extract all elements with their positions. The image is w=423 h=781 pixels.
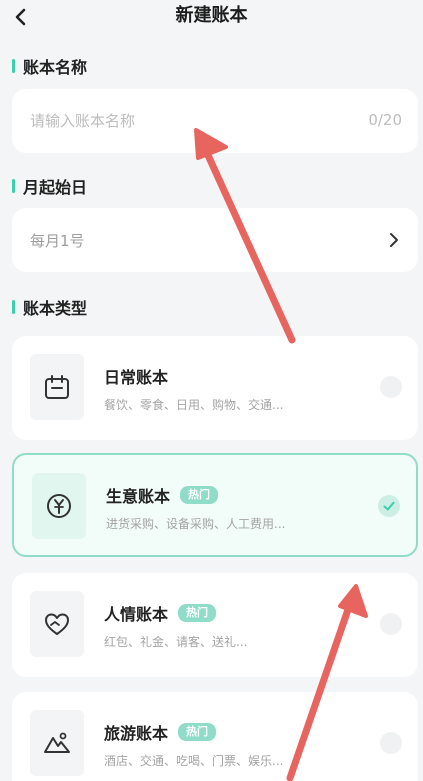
name-input-card: 0/20: [12, 89, 418, 153]
section-label-start-day: 月起始日: [12, 175, 87, 197]
type-description: 红包、礼金、请客、送礼...: [104, 635, 248, 649]
type-name-text: 旅游账本: [104, 724, 169, 743]
type-name-text: 日常账本: [104, 368, 169, 387]
type-icon-box: [30, 354, 84, 420]
type-option-relationship[interactable]: 人情账本 热门 红包、礼金、请客、送礼...: [12, 573, 418, 677]
section-label-type: 账本类型: [12, 296, 87, 318]
radio-unchecked[interactable]: [380, 376, 402, 398]
section-accent-bar: [12, 59, 15, 73]
chevron-right-icon: [390, 233, 398, 247]
section-label-text: 账本类型: [23, 299, 88, 318]
start-day-selector[interactable]: 每月1号: [12, 208, 418, 272]
type-icon-box: [30, 591, 84, 657]
type-option-daily[interactable]: 日常账本 餐饮、零食、日用、购物、交通...: [12, 336, 418, 440]
book-name-input[interactable]: [30, 89, 350, 153]
type-name: 日常账本: [104, 364, 168, 388]
type-name: 人情账本 热门: [104, 601, 217, 625]
type-name: 旅游账本 热门: [104, 720, 217, 744]
section-label-name: 账本名称: [12, 55, 87, 77]
type-name: 生意账本 热门: [106, 483, 219, 507]
type-icon-box: [30, 710, 84, 776]
radio-unchecked[interactable]: [380, 732, 402, 754]
type-option-travel[interactable]: 旅游账本 热门 酒店、交通、吃喝、门票、娱乐...: [12, 692, 418, 781]
radio-checked[interactable]: [378, 495, 400, 517]
radio-unchecked[interactable]: [380, 613, 402, 635]
hot-badge: 热门: [180, 486, 219, 504]
type-option-business[interactable]: 生意账本 热门 进货采购、设备采购、人工费用...: [12, 453, 418, 557]
type-description: 酒店、交通、吃喝、门票、娱乐...: [104, 754, 284, 768]
section-label-text: 月起始日: [23, 178, 88, 197]
section-accent-bar: [12, 179, 15, 193]
start-day-value: 每月1号: [30, 232, 85, 250]
calendar-icon: [45, 375, 69, 399]
section-accent-bar: [12, 300, 15, 314]
char-counter: 0/20: [368, 111, 402, 129]
type-icon-box: [32, 473, 86, 539]
heart-hand-icon: [45, 613, 69, 635]
mountain-icon: [44, 732, 70, 753]
type-name-text: 生意账本: [106, 487, 171, 506]
type-name-text: 人情账本: [104, 605, 169, 624]
hot-badge: 热门: [178, 723, 217, 741]
top-bar: 新建账本: [0, 0, 423, 36]
section-label-text: 账本名称: [23, 58, 88, 77]
page-title: 新建账本: [175, 5, 248, 26]
type-description: 餐饮、零食、日用、购物、交通...: [104, 398, 284, 412]
yen-icon: [47, 494, 71, 518]
check-icon: [383, 501, 395, 511]
hot-badge: 热门: [178, 604, 217, 622]
type-description: 进货采购、设备采购、人工费用...: [106, 517, 286, 531]
